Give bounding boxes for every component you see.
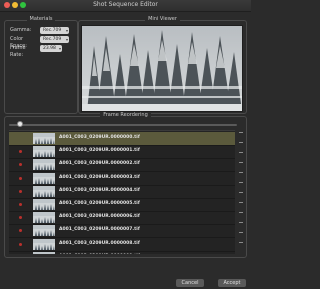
scrollbar-tick [239, 162, 243, 163]
frame-thumbnail [33, 225, 55, 237]
scrollbar-tick [239, 132, 243, 133]
frame-rate-value: 23.98 [43, 46, 56, 51]
frame-filename: A001_C003_0209UR.0000001.tif [59, 148, 140, 154]
frame-marker-icon [19, 163, 22, 167]
frame-marker-icon [19, 229, 22, 233]
frame-list-scrollbar[interactable] [238, 132, 243, 252]
frame-filename: A001_C003_0209UR.0000005.tif [59, 201, 140, 206]
accept-button[interactable]: Accept [218, 279, 246, 287]
frame-row[interactable]: A001_C003_0209UR.0000001.tif [9, 145, 235, 160]
scrollbar-tick [239, 152, 243, 153]
scrollbar-tick [239, 232, 243, 233]
thumbnail-size-slider-track[interactable] [9, 124, 237, 126]
mini-viewer-image [81, 25, 243, 112]
materials-panel: Materials Gamma: Rec.709 ▾ Color Space: … [4, 16, 78, 114]
frame-thumbnail [33, 212, 55, 224]
frame-marker-icon [19, 189, 22, 193]
materials-title: Materials [26, 16, 56, 22]
frame-rate-select[interactable]: 23.98 ▾ [40, 45, 62, 52]
frame-marker-icon [19, 150, 22, 154]
frame-reordering-title: Frame Reordering [100, 112, 151, 118]
frame-row[interactable]: A001_C003_0209UR.0000009.tif [9, 251, 235, 254]
frame-filename: A001_C003_0209UR.0000004.tif [59, 187, 140, 193]
gamma-select[interactable]: Rec.709 ▾ [40, 27, 69, 34]
title-bar: Shot Sequence Editor [0, 0, 251, 12]
frame-thumbnail [33, 133, 55, 144]
scrollbar-tick [239, 192, 243, 193]
window-title: Shot Sequence Editor [93, 1, 158, 8]
frame-row[interactable]: A001_C003_0209UR.0000002.tif [9, 158, 235, 173]
gamma-label: Gamma: [10, 27, 32, 33]
scrollbar-tick [239, 202, 243, 203]
color-space-value: Rec.709 [43, 37, 62, 42]
frame-row[interactable]: A001_C003_0209UR.0000008.tif [9, 238, 235, 252]
frame-thumbnail [33, 146, 55, 158]
frame-marker-icon [19, 203, 22, 206]
chevron-down-icon: ▾ [65, 37, 68, 42]
frame-filename: A001_C003_0209UR.0000008.tif [59, 240, 140, 246]
frame-marker-icon [19, 176, 22, 180]
cancel-button[interactable]: Cancel [176, 279, 204, 287]
frame-marker-icon [19, 242, 22, 246]
frame-rate-label: Frame Rate: [10, 45, 26, 58]
frame-thumbnail [33, 159, 55, 171]
frame-row[interactable]: A001_C003_0209UR.0000000.tif [9, 132, 235, 146]
frame-thumbnail [33, 251, 55, 254]
frame-row[interactable]: A001_C003_0209UR.0000004.tif [9, 185, 235, 199]
frame-filename: A001_C003_0209UR.0000006.tif [59, 214, 140, 220]
frame-row[interactable]: A001_C003_0209UR.0000005.tif [9, 198, 235, 212]
chevron-down-icon: ▾ [65, 28, 68, 33]
frame-row[interactable]: A001_C003_0209UR.0000003.tif [9, 172, 235, 186]
frame-thumbnail [33, 238, 55, 250]
snowy-forest-image [82, 26, 242, 111]
chevron-down-icon: ▾ [58, 46, 61, 51]
scrollbar-tick [239, 242, 243, 243]
frame-list: A001_C003_0209UR.0000000.tif A001_C003_02… [9, 130, 235, 254]
gamma-value: Rec.709 [43, 28, 62, 33]
mini-viewer-title: Mini Viewer [145, 16, 180, 22]
scrollbar-tick [239, 212, 243, 213]
frame-thumbnail [33, 199, 55, 210]
scrollbar-tick [239, 182, 243, 183]
scrollbar-tick [239, 142, 243, 143]
frame-filename: A001_C003_0209UR.0000003.tif [59, 174, 140, 180]
frame-filename: A001_C003_0209UR.0000002.tif [59, 161, 140, 167]
frame-thumbnail [33, 172, 55, 184]
frame-filename: A001_C003_0209UR.0000007.tif [59, 227, 140, 233]
scrollbar-tick [239, 172, 243, 173]
color-space-select[interactable]: Rec.709 ▾ [40, 36, 69, 43]
scrollbar-tick [239, 222, 243, 223]
frame-marker-icon [19, 216, 22, 220]
frame-thumbnail [33, 185, 55, 197]
frame-row[interactable]: A001_C003_0209UR.0000007.tif [9, 224, 235, 239]
frame-filename: A001_C003_0209UR.0000000.tif [59, 135, 140, 140]
frame-row[interactable]: A001_C003_0209UR.0000006.tif [9, 211, 235, 226]
